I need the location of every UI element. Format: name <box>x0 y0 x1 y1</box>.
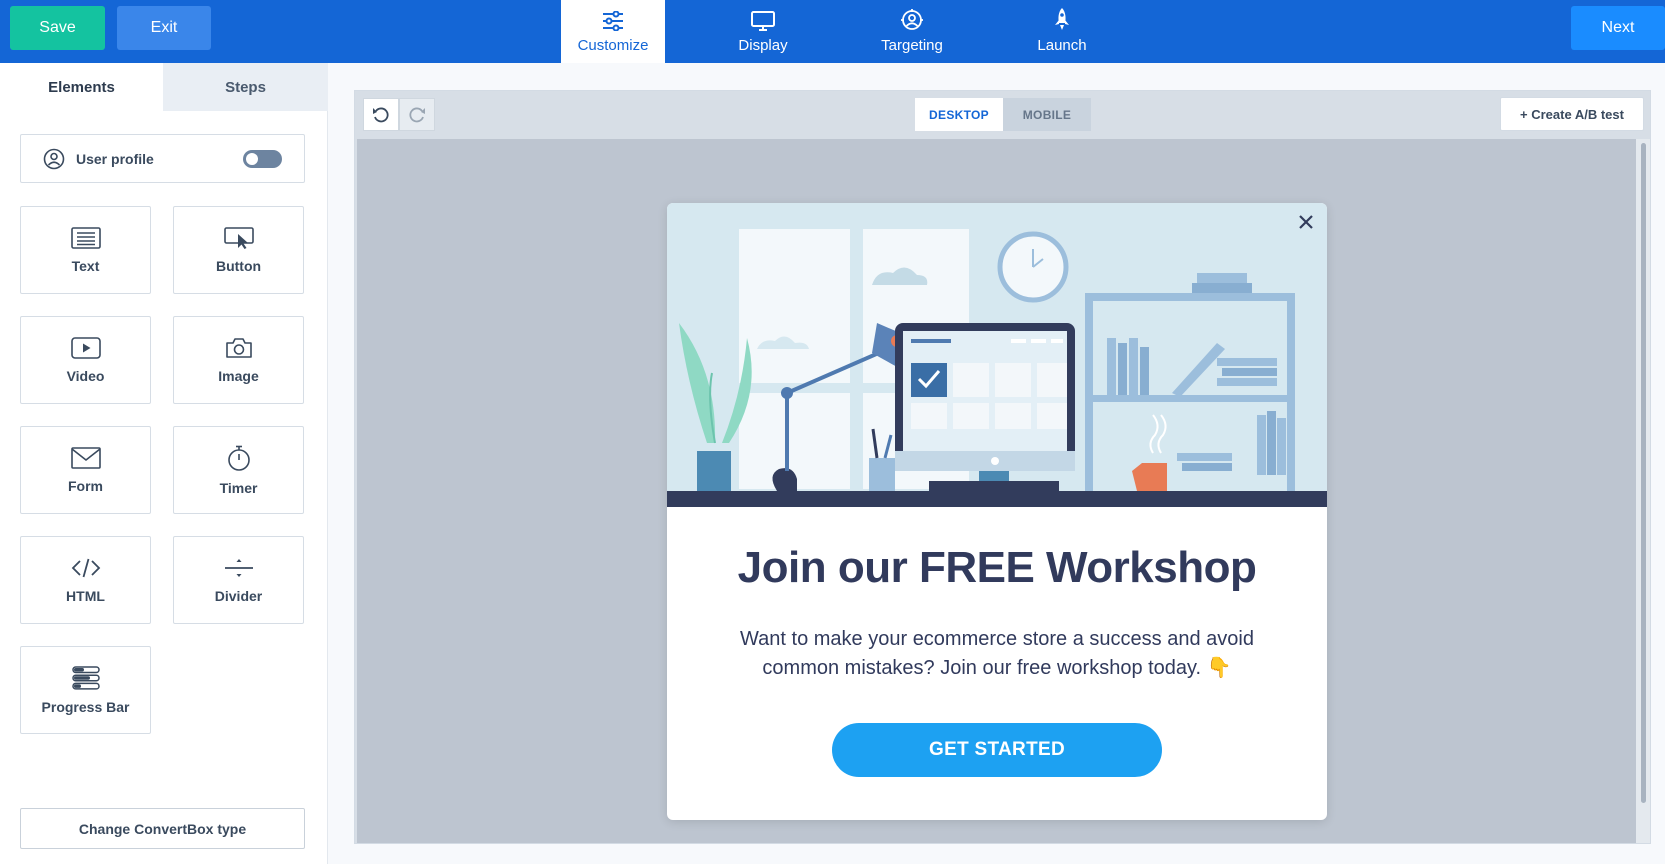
tab-label: Customize <box>577 37 649 54</box>
element-divider[interactable]: Divider <box>173 536 304 624</box>
progress-bar-icon <box>71 665 100 690</box>
popup-preview[interactable]: Join our FREE Workshop Want to make your… <box>667 203 1327 820</box>
next-button[interactable]: Next <box>1571 6 1665 50</box>
element-label: HTML <box>66 587 105 604</box>
top-bar: Save Exit Customize Display Targeting La… <box>0 0 1665 63</box>
element-timer[interactable]: Timer <box>173 426 304 514</box>
target-icon <box>901 9 923 30</box>
element-progress-bar[interactable]: Progress Bar <box>20 646 151 734</box>
tab-label: Targeting <box>881 37 943 54</box>
element-label: Divider <box>214 587 263 604</box>
tab-customize[interactable]: Customize <box>561 0 665 63</box>
sidebar: Elements Steps User profile Text Button … <box>0 63 328 864</box>
redo-icon <box>409 107 425 122</box>
popup-description: Want to make your ecommerce store a succ… <box>740 628 1254 679</box>
canvas-toolbar: DESKTOP MOBILE + Create A/B test <box>355 91 1650 139</box>
popup-title: Join our FREE Workshop <box>737 543 1257 592</box>
workspace-illustration <box>667 203 1327 507</box>
device-desktop-toggle[interactable]: DESKTOP <box>915 98 1003 131</box>
element-label: Image <box>218 367 259 384</box>
tab-display[interactable]: Display <box>711 0 815 63</box>
element-label: Button <box>215 257 262 274</box>
undo-icon <box>373 107 389 122</box>
tab-label: Launch <box>1037 37 1087 54</box>
divider-icon <box>224 558 253 577</box>
tab-elements[interactable]: Elements <box>0 63 163 111</box>
text-icon <box>70 226 101 249</box>
element-button[interactable]: Button <box>173 206 304 294</box>
user-profile-label: User profile <box>76 150 154 167</box>
element-label: Text <box>71 257 100 274</box>
user-circle-icon <box>43 148 65 169</box>
close-icon[interactable] <box>1294 210 1318 234</box>
element-text[interactable]: Text <box>20 206 151 294</box>
element-image[interactable]: Image <box>173 316 304 404</box>
video-icon <box>70 336 101 359</box>
device-mobile-toggle[interactable]: MOBILE <box>1003 98 1091 131</box>
preview-stage: Join our FREE Workshop Want to make your… <box>357 139 1636 843</box>
code-icon <box>71 558 100 577</box>
undo-button[interactable] <box>363 98 399 131</box>
element-label: Video <box>66 367 105 384</box>
canvas-frame: DESKTOP MOBILE + Create A/B test Join ou… <box>354 90 1651 844</box>
scrollbar-thumb[interactable] <box>1641 143 1646 803</box>
camera-icon <box>225 337 252 358</box>
tab-targeting[interactable]: Targeting <box>860 0 964 63</box>
exit-button[interactable]: Exit <box>117 6 211 50</box>
change-convertbox-type-button[interactable]: Change ConvertBox type <box>20 808 305 849</box>
tab-label: Display <box>738 37 788 54</box>
user-profile-row[interactable]: User profile <box>20 134 305 183</box>
canvas-scrollbar[interactable] <box>1636 139 1650 843</box>
stopwatch-icon <box>227 445 250 471</box>
element-label: Progress Bar <box>41 698 130 715</box>
element-label: Form <box>68 477 103 494</box>
save-button[interactable]: Save <box>10 6 105 50</box>
envelope-icon <box>70 446 101 469</box>
rocket-icon <box>1055 8 1069 30</box>
tab-steps[interactable]: Steps <box>163 63 328 111</box>
element-label: Timer <box>219 479 258 496</box>
tab-launch[interactable]: Launch <box>1010 0 1114 63</box>
redo-button[interactable] <box>399 98 435 131</box>
create-ab-test-button[interactable]: + Create A/B test <box>1500 97 1644 131</box>
monitor-icon <box>751 11 775 31</box>
cursor-button-icon <box>223 226 254 249</box>
sliders-icon <box>603 11 623 31</box>
get-started-button[interactable]: GET STARTED <box>832 723 1162 777</box>
element-html[interactable]: HTML <box>20 536 151 624</box>
element-form[interactable]: Form <box>20 426 151 514</box>
user-profile-toggle[interactable] <box>243 150 282 168</box>
element-video[interactable]: Video <box>20 316 151 404</box>
